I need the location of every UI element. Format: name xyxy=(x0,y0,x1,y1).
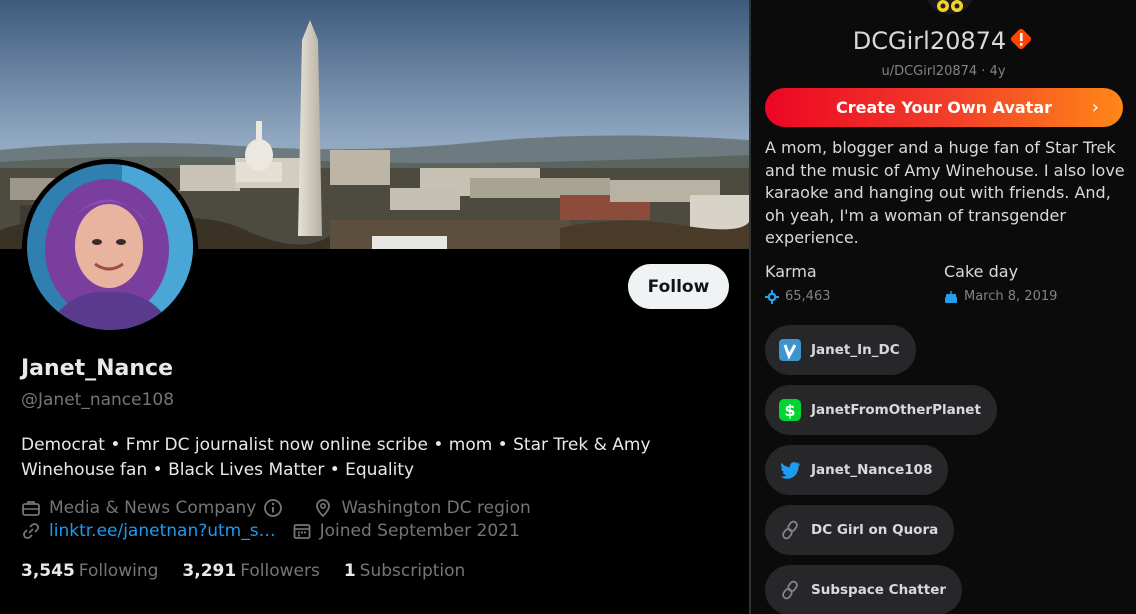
following-stat[interactable]: 3,545 Following xyxy=(21,561,158,581)
karma-icon xyxy=(765,289,779,304)
profile-location: Washington DC region xyxy=(341,498,531,518)
social-link-cashapp[interactable]: $ JanetFromOtherPlanet xyxy=(765,385,997,435)
twitter-profile: Follow Janet_Nance @Janet_nance108 Democ… xyxy=(0,0,749,614)
karma-value-row: 65,463 xyxy=(765,289,831,304)
profile-meta-row: Media & News Company Washington DC regio… xyxy=(21,498,531,518)
profile-category: Media & News Company xyxy=(49,498,257,518)
chevron-right-icon: › xyxy=(1091,97,1099,118)
link-icon xyxy=(21,521,41,541)
karma-label: Karma xyxy=(765,262,817,281)
social-link-subspace[interactable]: Subspace Chatter xyxy=(765,565,963,614)
social-link-label: DC Girl on Quora xyxy=(811,522,939,538)
reddit-profile-card: DCGirl20874 u/DCGirl20874 · 4y Create Yo… xyxy=(751,0,1136,614)
following-count: 3,545 xyxy=(21,561,75,581)
twitter-bird-icon xyxy=(779,459,801,481)
followers-label: Followers xyxy=(240,561,320,581)
social-link-label: Janet_Nance108 xyxy=(811,462,933,478)
cakeday-label: Cake day xyxy=(944,262,1019,281)
calendar-icon xyxy=(292,521,312,541)
subscriptions-stat[interactable]: 1 Subscription xyxy=(344,561,465,581)
profile-bio-line: Winehouse fan • Black Lives Matter • Equ… xyxy=(21,460,415,480)
reddit-display-name-row: DCGirl20874 xyxy=(751,26,1136,58)
reddit-username-age: u/DCGirl20874 · 4y xyxy=(881,64,1006,79)
profile-joined-date: Joined September 2021 xyxy=(319,521,520,541)
cakeday-value-row: March 8, 2019 xyxy=(944,289,1057,304)
reddit-bio: A mom, blogger and a huge fan of Star Tr… xyxy=(765,138,1125,248)
link-icon xyxy=(779,519,801,541)
location-pin-icon xyxy=(313,498,333,518)
reddit-display-name: DCGirl20874 xyxy=(852,27,1007,55)
subscriptions-count: 1 xyxy=(343,561,356,581)
briefcase-icon xyxy=(21,498,41,518)
follow-button[interactable]: Follow xyxy=(628,264,729,309)
cashapp-icon: $ xyxy=(779,399,801,421)
social-link-venmo[interactable]: Janet_In_DC xyxy=(765,325,916,375)
create-avatar-label: Create Your Own Avatar xyxy=(835,98,1053,117)
social-link-twitter[interactable]: Janet_Nance108 xyxy=(765,445,949,495)
info-icon[interactable] xyxy=(263,498,283,518)
cake-icon xyxy=(945,290,957,303)
profile-handle: @Janet_nance108 xyxy=(21,390,175,410)
profile-stats: 3,545 Following 3,291 Followers 1 Subscript… xyxy=(21,561,489,581)
cakeday-value: March 8, 2019 xyxy=(964,289,1058,304)
profile-website-link[interactable]: linktr.ee/janetnan?utm_s… xyxy=(49,521,276,541)
profile-display-name: Janet_Nance xyxy=(21,356,174,381)
social-link-label: Janet_In_DC xyxy=(811,342,900,358)
profile-bio: Democrat • Fmr DC journalist now online … xyxy=(21,433,671,483)
venmo-icon xyxy=(779,339,801,361)
link-icon xyxy=(779,579,801,601)
profile-bio-line: Democrat • Fmr DC journalist now online … xyxy=(21,435,651,455)
svg-text:$: $ xyxy=(784,401,795,420)
karma-value: 65,463 xyxy=(785,289,831,304)
social-link-label: JanetFromOtherPlanet xyxy=(811,402,981,418)
profile-avatar[interactable] xyxy=(22,159,198,335)
followers-stat[interactable]: 3,291 Followers xyxy=(182,561,319,581)
following-label: Following xyxy=(78,561,159,581)
warning-icon xyxy=(1008,26,1034,58)
social-link-quora[interactable]: DC Girl on Quora xyxy=(765,505,955,555)
social-link-label: Subspace Chatter xyxy=(811,582,947,598)
subscriptions-label: Subscription xyxy=(359,561,466,581)
create-avatar-button[interactable]: Create Your Own Avatar › xyxy=(765,88,1123,127)
profile-meta-row: linktr.ee/janetnan?utm_s… Joined Septemb… xyxy=(21,521,520,541)
reddit-avatar[interactable] xyxy=(925,0,975,14)
followers-count: 3,291 xyxy=(182,561,237,581)
